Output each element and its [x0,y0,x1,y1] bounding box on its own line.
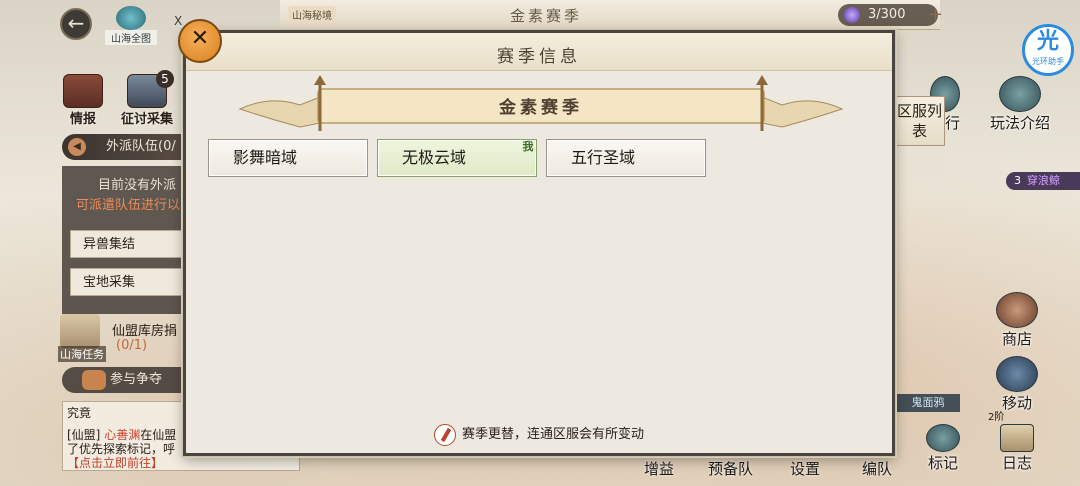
season-change-notice: 赛季更替，连通区服会有所变动 [186,423,892,446]
season-banner: 金素赛季 [230,75,852,133]
region-button-five-elements-domain[interactable]: 五行圣域 [546,139,706,177]
season-info-dialog: 赛季信息 ✕ 金素赛季 影舞暗域 无极云域 我 五行圣域 赛季更替，连通区服会有… [178,19,896,457]
close-icon: ✕ [190,26,210,51]
dialog-title: 赛季信息 [497,47,581,67]
my-region-tag: 我 [522,140,534,153]
season-name: 金素赛季 [499,98,583,118]
close-button[interactable]: ✕ [178,19,222,63]
region-name: 五行圣域 [571,148,636,167]
region-name: 无极云域 [402,148,467,167]
notice-text: 赛季更替，连通区服会有所变动 [461,427,644,442]
region-button-shadow-domain[interactable]: 影舞暗域 [208,139,368,177]
dialog-titlebar: 赛季信息 [186,33,892,71]
brush-icon [433,423,456,446]
region-button-cloud-domain[interactable]: 无极云域 我 [377,139,537,177]
region-name: 影舞暗域 [233,148,298,167]
